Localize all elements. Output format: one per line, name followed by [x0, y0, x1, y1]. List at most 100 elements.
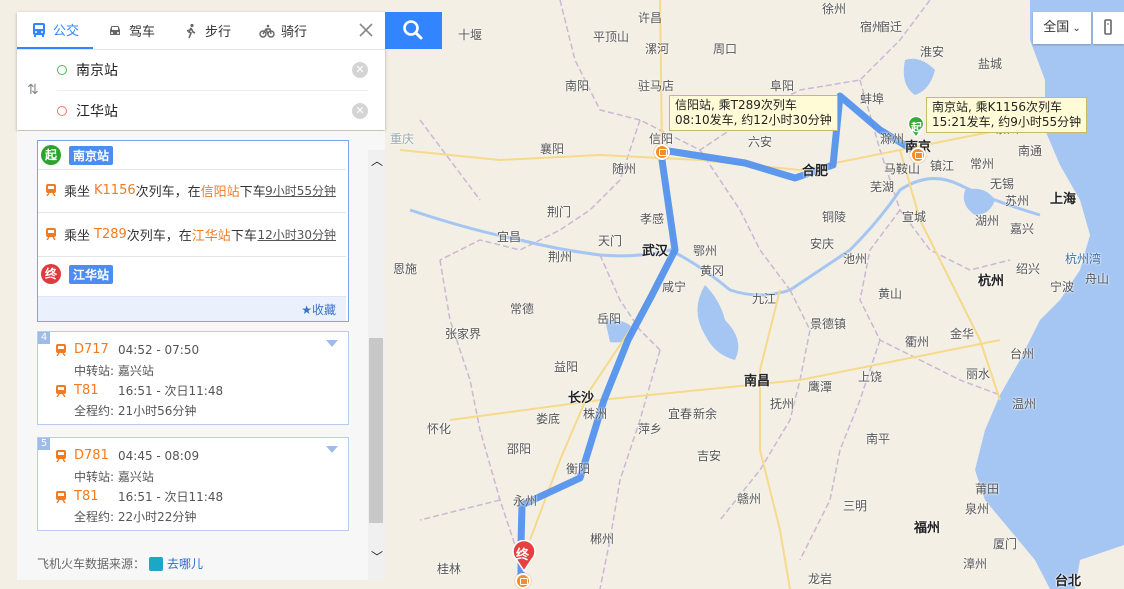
- map-label: 赣州: [737, 492, 762, 506]
- qunar-link[interactable]: 去哪儿: [167, 555, 203, 572]
- step1-mid: 次列车，在: [135, 184, 201, 200]
- map-label: 上饶: [858, 370, 883, 384]
- step2-prefix: 乘坐: [64, 228, 91, 244]
- train-icon: [56, 384, 66, 397]
- close-icon[interactable]: [357, 21, 375, 39]
- map-label: 恩施: [393, 262, 418, 276]
- map-label: 随州: [612, 162, 637, 176]
- car-icon: [110, 25, 121, 35]
- map-label: 新余: [693, 407, 718, 421]
- results-panel: 起 南京站 乘坐 K1156 次列车，在 信阳站 下车 9小时55分钟 乘坐 T…: [17, 131, 385, 580]
- step1-train: K1156: [94, 182, 136, 198]
- station-inputs: ⇅ 南京站 ✕ 江华站 ✕: [17, 50, 385, 130]
- map-label: 漯河: [645, 42, 670, 56]
- plan-number: 4: [38, 332, 50, 344]
- swap-icon[interactable]: ⇅: [27, 82, 39, 98]
- region-selector[interactable]: 全国 ⌄: [1033, 12, 1091, 44]
- tab-ride[interactable]: 骑行: [245, 12, 321, 49]
- map-label: 湖州: [975, 214, 1000, 228]
- route-plan-collapsed[interactable]: 5 D781 04:45 - 08:09 中转站: 嘉兴站 T81 16:51 …: [37, 437, 349, 531]
- map-label: 阜阳: [770, 79, 795, 93]
- step2-suffix: 下车: [230, 228, 257, 244]
- map-label: 襄阳: [540, 142, 565, 156]
- train-number: D717: [74, 342, 109, 357]
- map-label: 池州: [843, 252, 868, 266]
- step1-suffix: 下车: [239, 184, 266, 200]
- favorite-button[interactable]: ★收藏: [301, 301, 336, 318]
- map-label: 合肥: [802, 164, 829, 179]
- map-label: 常德: [510, 302, 535, 316]
- map-label: 淮安: [920, 45, 945, 59]
- map-label: 宜春: [668, 407, 693, 421]
- tab-walk-label: 步行: [205, 25, 232, 40]
- map-label: 平顶山: [593, 30, 630, 44]
- plan-step-1[interactable]: 乘坐 K1156 次列车，在 信阳站 下车 9小时55分钟: [38, 169, 346, 211]
- map-label: 南通: [1018, 144, 1043, 158]
- map-label: 常州: [970, 157, 995, 171]
- map-label: 南昌: [744, 374, 771, 389]
- favorite-bar: ★收藏: [38, 296, 346, 321]
- search-button[interactable]: [385, 12, 442, 49]
- nanjing-tooltip: 南京站, 乘K1156次列车 15:21发车, 约9小时55分钟: [926, 97, 1088, 133]
- jianghua-station-marker[interactable]: [515, 573, 531, 589]
- route-plan-collapsed[interactable]: 4 D717 04:52 - 07:50 中转站: 嘉兴站 T81 16:51 …: [37, 331, 349, 425]
- map-label: 十堰: [458, 28, 483, 42]
- clear-start-icon[interactable]: ✕: [352, 62, 368, 78]
- expand-arrow-icon[interactable]: [326, 340, 338, 347]
- map-label: 杭州: [978, 274, 1005, 289]
- map-label: 娄底: [536, 412, 561, 426]
- map-label: 桂林: [437, 562, 462, 576]
- route-plan-expanded[interactable]: 起 南京站 乘坐 K1156 次列车，在 信阳站 下车 9小时55分钟 乘坐 T…: [37, 140, 349, 322]
- end-dot-icon: [57, 106, 67, 116]
- step1-duration[interactable]: 9小时55分钟: [265, 182, 336, 199]
- plan-leg-2: T81 16:51 - 次日11:48: [56, 488, 223, 505]
- nanjing-station-marker[interactable]: [910, 147, 926, 163]
- clear-end-icon[interactable]: ✕: [352, 103, 368, 119]
- step2-duration[interactable]: 12小时30分钟: [257, 226, 336, 243]
- map-label: 温州: [1012, 397, 1037, 411]
- plan-step-2[interactable]: 乘坐 T289 次列车，在 江华站 下车 12小时30分钟: [38, 213, 346, 255]
- map-label: 苏州: [1005, 194, 1030, 208]
- map-label: 岳阳: [597, 312, 622, 326]
- tab-walk[interactable]: 步行: [169, 12, 245, 49]
- map-label: 景德镇: [810, 317, 847, 331]
- map-label: 台州: [1010, 347, 1035, 361]
- map-label: 张家界: [445, 327, 482, 341]
- xinyang-station-marker[interactable]: [654, 144, 670, 160]
- train-time: 16:51 - 次日11:48: [118, 490, 224, 504]
- map-label: 宜昌: [497, 230, 522, 244]
- map-label: 嘉兴: [1010, 222, 1035, 236]
- map-label: 泉州: [965, 502, 990, 516]
- map-label: 蚌埠: [860, 92, 885, 106]
- results-scrollbar[interactable]: ︿ ﹀: [368, 150, 385, 580]
- map-label: 孝感: [640, 212, 665, 226]
- tooltip-line: 15:21发车, 约9小时55分钟: [932, 115, 1082, 129]
- map-label: 丽水: [966, 367, 991, 381]
- tab-transit-label: 公交: [53, 24, 80, 39]
- bike-icon: [259, 24, 275, 38]
- scroll-up-icon[interactable]: ︿: [371, 152, 383, 169]
- map-label: 芜湖: [870, 180, 895, 194]
- train-number: D781: [74, 448, 109, 463]
- route-search-panel: 公交 驾车 步行 骑行 ⇅ 南京站 ✕ 江华站 ✕: [17, 12, 385, 130]
- map-label: 莆田: [975, 482, 1000, 496]
- tab-transit[interactable]: 公交: [17, 12, 94, 49]
- end-station-field[interactable]: 江华站 ✕: [57, 91, 368, 131]
- scroll-thumb[interactable]: [369, 338, 383, 523]
- plan-leg-2: T81 16:51 - 次日11:48: [56, 382, 223, 399]
- map-label: 邵阳: [507, 442, 532, 456]
- scroll-down-icon[interactable]: ﹀: [371, 548, 383, 565]
- expand-arrow-icon[interactable]: [326, 446, 338, 453]
- step2-mid: 次列车，在: [126, 228, 192, 244]
- tab-drive[interactable]: 驾车: [93, 12, 169, 49]
- start-station-field[interactable]: 南京站 ✕: [57, 50, 368, 91]
- start-station-value: 南京站: [76, 63, 118, 79]
- map-label: 铜陵: [822, 210, 847, 224]
- map-tool-button[interactable]: [1093, 12, 1124, 44]
- chevron-down-icon: ⌄: [1072, 23, 1081, 34]
- train-icon: [46, 228, 56, 240]
- left-map-strip: [0, 131, 17, 589]
- search-icon: [403, 20, 423, 40]
- map-label: 九江: [752, 292, 777, 306]
- map-label: 厦门: [993, 537, 1018, 551]
